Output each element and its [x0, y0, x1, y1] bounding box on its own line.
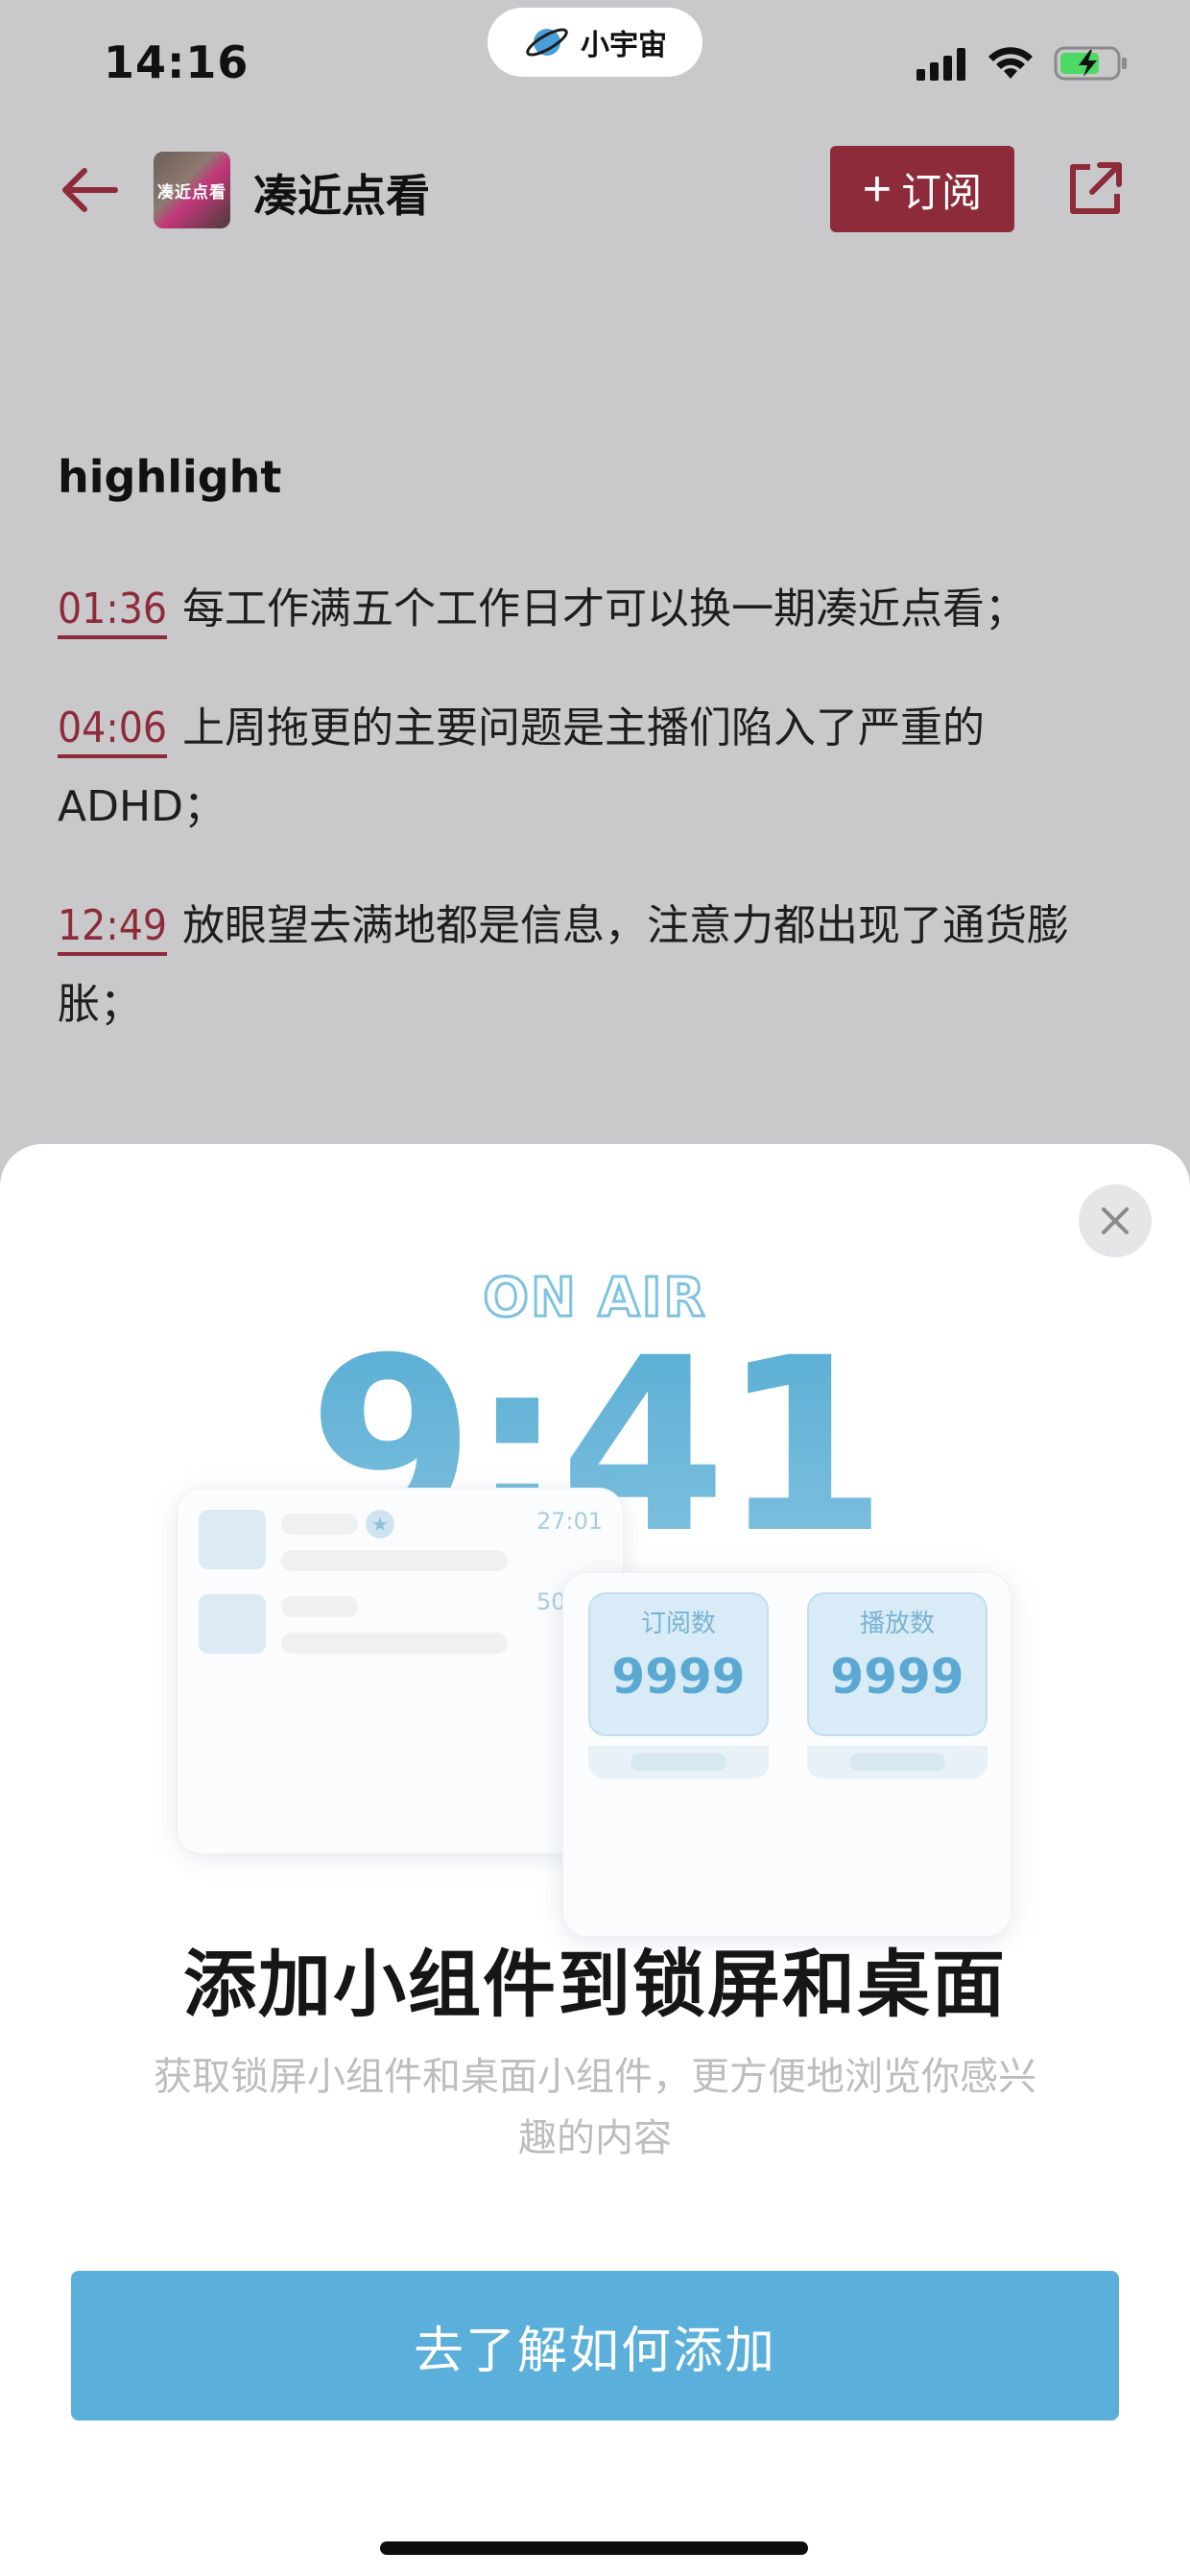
highlight-item: 12:49 放眼望去满地都是信息，注意力都出现了通货膨胀； [58, 887, 1132, 1044]
placeholder-bar [281, 1550, 508, 1571]
episode-duration: 50 [536, 1588, 566, 1615]
stats-widget-preview: 订阅数 9999 播放数 9999 [562, 1572, 1012, 1937]
podcast-cover[interactable]: 凑近点看 [154, 152, 230, 228]
sheet-title: 添加小组件到锁屏和桌面 [183, 1942, 1007, 2027]
placeholder-bar [281, 1514, 358, 1535]
star-icon: ★ [366, 1510, 394, 1538]
episode-list-widget-preview: ★ 27:01 50 [177, 1488, 624, 1854]
episode-page: 14:16 小宇宙 凑近点看 凑近点看 + 订阅 highlight 01:36… [0, 0, 1190, 1190]
cellular-signal-icon [916, 48, 965, 81]
top-navigation: 凑近点看 凑近点看 + 订阅 [0, 134, 1190, 250]
timestamp-link[interactable]: 04:06 [58, 704, 168, 758]
show-notes: highlight 01:36 每工作满五个工作日才可以换一期凑近点看； 04:0… [58, 451, 1132, 1085]
highlight-text: 每工作满五个工作日才可以换一期凑近点看； [182, 584, 1028, 633]
subscribe-label: 订阅 [901, 169, 983, 215]
stat-footer [807, 1746, 988, 1778]
subscriber-stat: 订阅数 9999 [588, 1592, 769, 1736]
timestamp-link[interactable]: 12:49 [58, 901, 168, 956]
stat-footer [588, 1746, 769, 1778]
stat-label: 播放数 [859, 1610, 935, 1638]
home-indicator [380, 2541, 808, 2555]
highlight-heading: highlight [58, 451, 282, 503]
highlight-text: 放眼望去满地都是信息，注意力都出现了通货膨胀； [58, 901, 1070, 1029]
episode-duration: 27:01 [536, 1508, 604, 1535]
episode-thumbnail [199, 1594, 266, 1654]
wifi-icon [988, 47, 1033, 79]
podcast-cover-text: 凑近点看 [157, 182, 226, 203]
planet-icon [526, 28, 568, 57]
highlight-item: 04:06 上周拖更的主要问题是主播们陷入了严重的ADHD； [58, 689, 1132, 847]
highlight-item: 01:36 每工作满五个工作日才可以换一期凑近点看； [58, 570, 1132, 649]
timestamp-link[interactable]: 01:36 [58, 584, 168, 639]
placeholder-bar [281, 1596, 358, 1617]
placeholder-bar [281, 1633, 508, 1654]
stat-value: 9999 [611, 1649, 746, 1705]
stat-label: 订阅数 [640, 1610, 716, 1638]
stat-value: 9999 [830, 1649, 964, 1705]
status-bar: 14:16 小宇宙 [0, 0, 1190, 134]
learn-how-to-add-button[interactable]: 去了解如何添加 [71, 2271, 1119, 2421]
widget-promo-sheet: ON AIR 9:41 ★ 27:01 50 订阅数 9999 播放数 9999 [0, 1144, 1190, 2576]
highlight-text: 上周拖更的主要问题是主播们陷入了严重的ADHD； [58, 704, 986, 831]
status-time: 14:16 [104, 36, 250, 88]
plus-icon: + [862, 161, 892, 217]
back-arrow-icon[interactable] [60, 163, 119, 217]
podcast-title[interactable]: 凑近点看 [253, 161, 430, 225]
share-icon[interactable] [1065, 159, 1125, 219]
episode-thumbnail [199, 1510, 266, 1569]
subscribe-button[interactable]: + 订阅 [830, 146, 1014, 232]
app-indicator-pill[interactable]: 小宇宙 [488, 8, 702, 77]
sheet-description: 获取锁屏小组件和桌面小组件，更方便地浏览你感兴趣的内容 [154, 2055, 1036, 2160]
battery-charging-icon [1054, 46, 1127, 81]
app-pill-label: 小宇宙 [581, 29, 667, 62]
play-count-stat: 播放数 9999 [807, 1592, 988, 1736]
widget-illustration: ON AIR 9:41 ★ 27:01 50 订阅数 9999 播放数 9999 [0, 1144, 1190, 1937]
